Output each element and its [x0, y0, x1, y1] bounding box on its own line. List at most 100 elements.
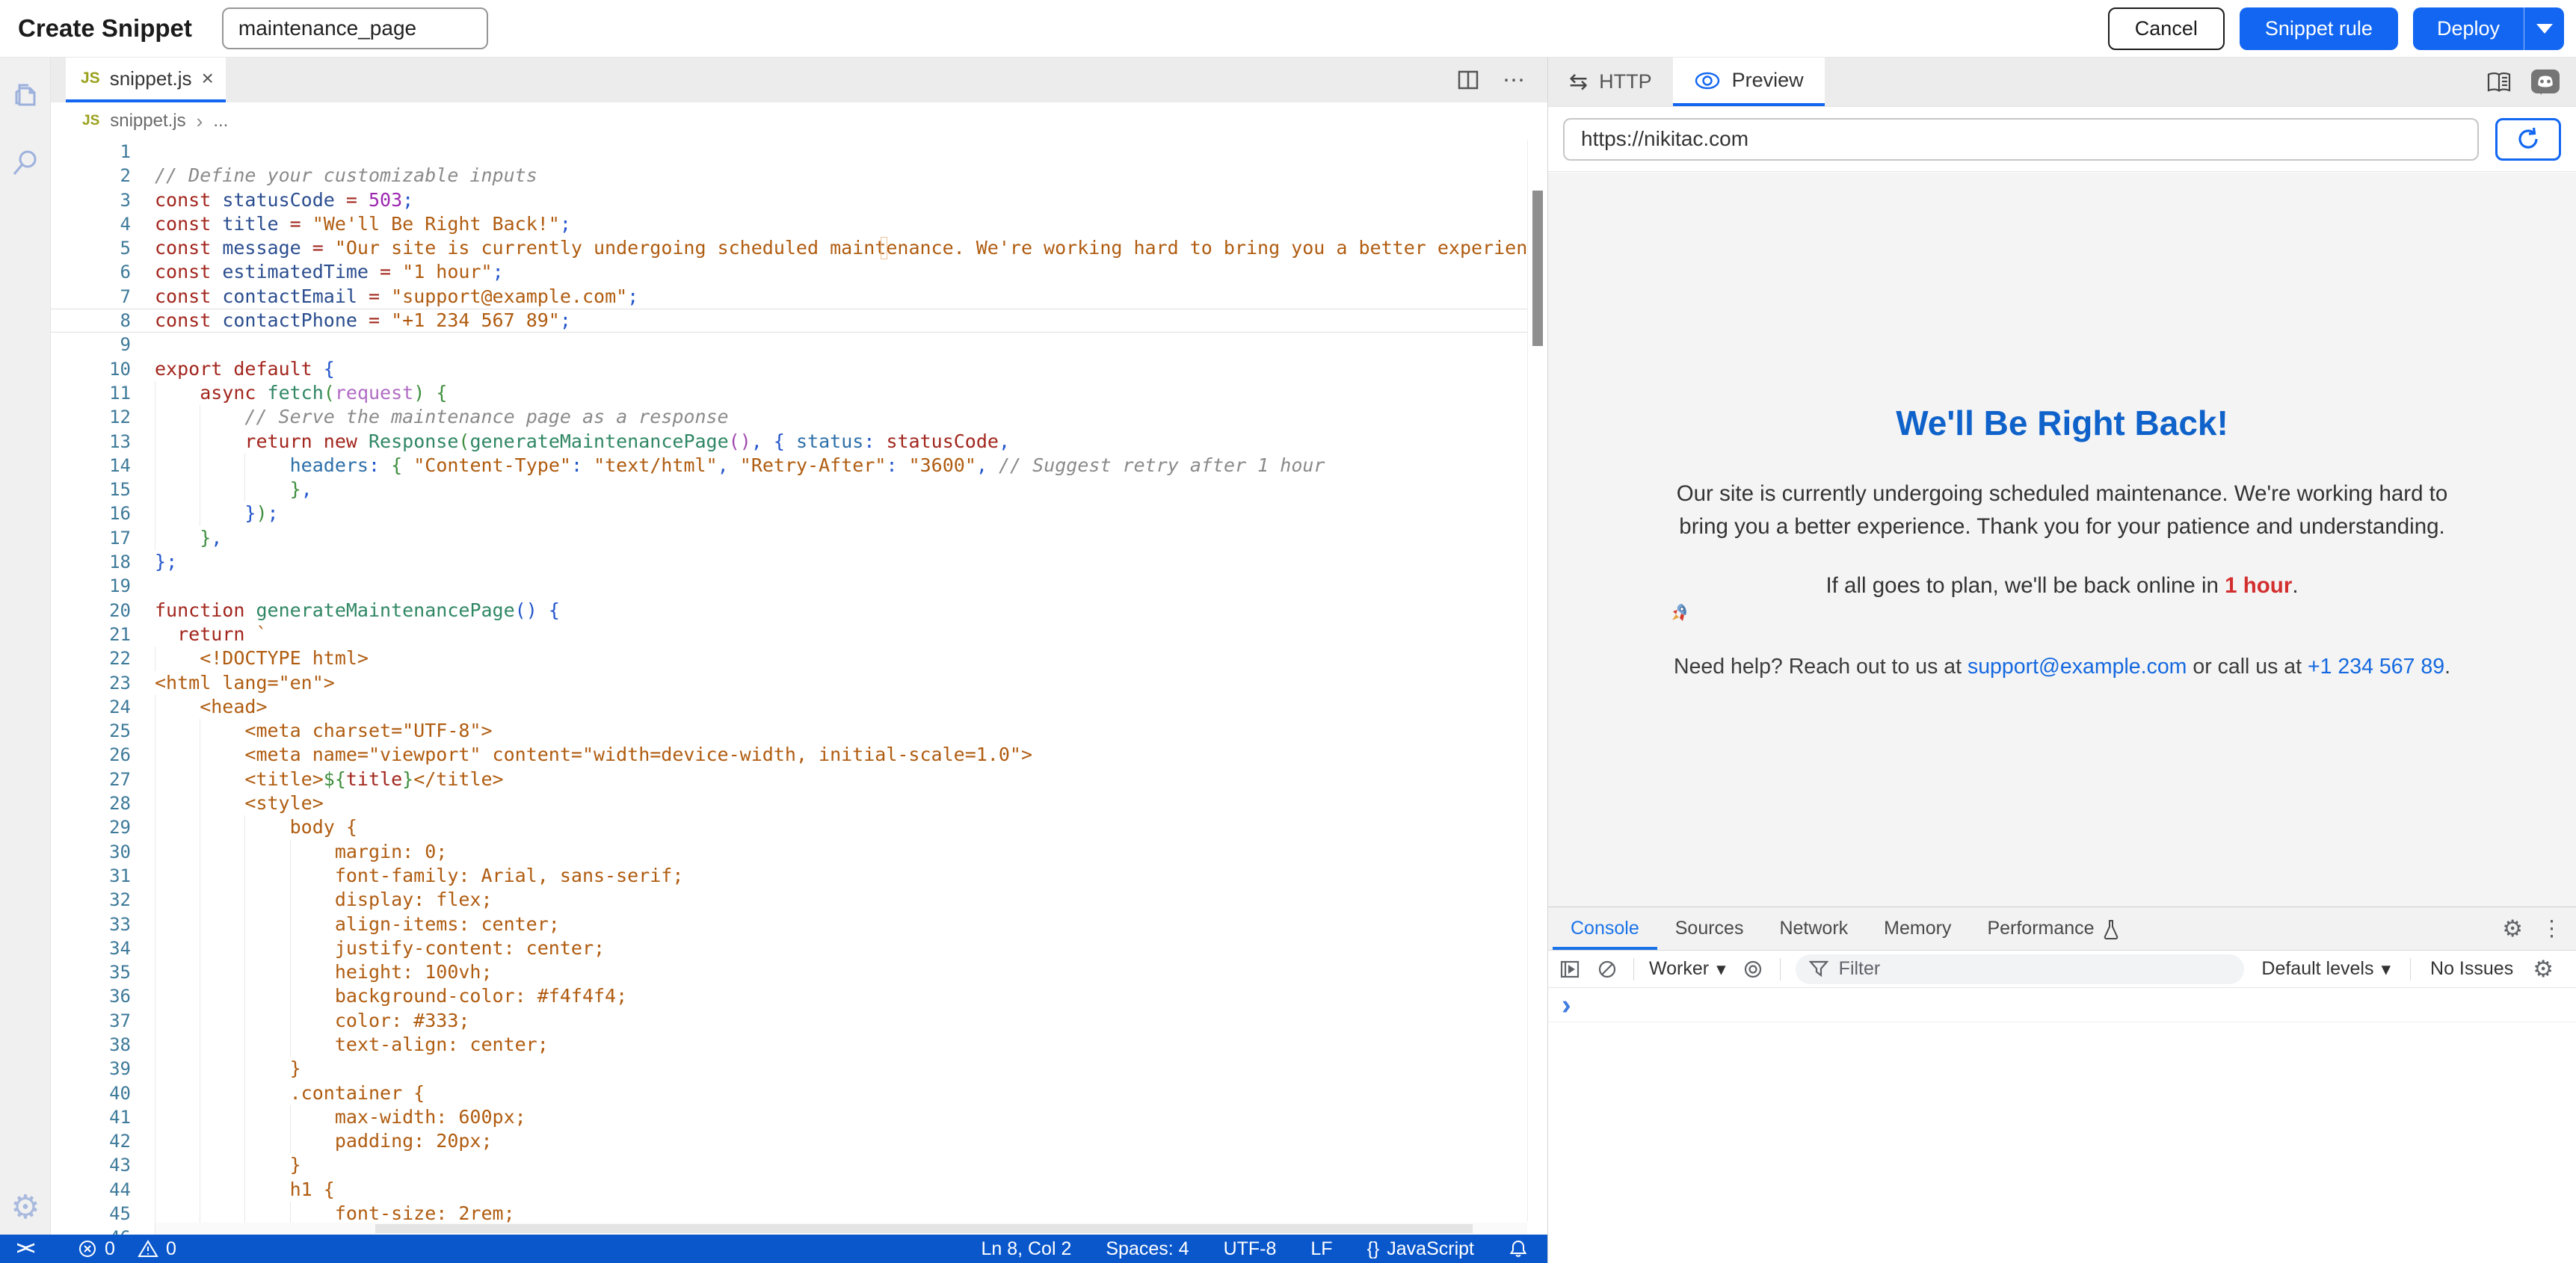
more-actions-icon[interactable]: ⋯ — [1503, 67, 1526, 93]
line-number[interactable]: 38 — [51, 1033, 131, 1057]
devtools-tab-network[interactable]: Network — [1761, 907, 1866, 950]
support-email-link[interactable]: support@example.com — [1968, 655, 2187, 679]
console-sidebar-toggle-icon[interactable] — [1559, 958, 1581, 981]
code-line[interactable]: 22 <!DOCTYPE html> — [51, 646, 1547, 670]
devtools-tab-console[interactable]: Console — [1553, 907, 1657, 950]
line-number[interactable]: 18 — [51, 550, 131, 574]
problems-indicator[interactable]: 0 0 — [78, 1238, 176, 1260]
line-number[interactable]: 6 — [51, 260, 131, 284]
line-number[interactable]: 9 — [51, 333, 131, 356]
code-line[interactable]: 24 <head> — [51, 695, 1547, 719]
code-line[interactable]: 20function generateMaintenancePage() { — [51, 599, 1547, 623]
snippet-rule-button[interactable]: Snippet rule — [2240, 7, 2398, 50]
settings-gear-icon[interactable]: ⚙ — [10, 1192, 41, 1223]
code-line[interactable]: 30 margin: 0; — [51, 840, 1547, 864]
line-number[interactable]: 16 — [51, 501, 131, 525]
code-line[interactable]: 34 justify-content: center; — [51, 936, 1547, 960]
close-icon[interactable]: × — [202, 67, 214, 90]
line-number[interactable]: 15 — [51, 478, 131, 501]
breadcrumb-more[interactable]: ... — [213, 111, 228, 132]
line-number[interactable]: 11 — [51, 381, 131, 405]
line-number[interactable]: 34 — [51, 936, 131, 960]
line-number[interactable]: 39 — [51, 1057, 131, 1081]
line-number[interactable]: 27 — [51, 768, 131, 791]
code-line[interactable]: 17 }, — [51, 526, 1547, 550]
split-editor-icon[interactable] — [1456, 68, 1480, 92]
code-line[interactable]: 12 // Serve the maintenance page as a re… — [51, 405, 1547, 429]
code-line[interactable]: 43 } — [51, 1153, 1547, 1177]
line-number[interactable]: 46 — [51, 1226, 131, 1235]
code-line[interactable]: 19 — [51, 574, 1547, 598]
phone-link[interactable]: +1 234 567 89 — [2308, 655, 2444, 679]
issues-counter[interactable]: No Issues — [2430, 958, 2513, 980]
clear-console-icon[interactable] — [1596, 958, 1618, 981]
indentation-setting[interactable]: Spaces: 4 — [1106, 1238, 1189, 1260]
encoding-setting[interactable]: UTF-8 — [1224, 1238, 1277, 1260]
code-line[interactable]: 18}; — [51, 550, 1547, 574]
line-number[interactable]: 32 — [51, 888, 131, 912]
snippet-name-input[interactable] — [222, 7, 488, 49]
code-line[interactable]: 26 <meta name="viewport" content="width=… — [51, 743, 1547, 767]
line-number[interactable]: 40 — [51, 1081, 131, 1105]
console-output[interactable]: › — [1548, 988, 2576, 1022]
code-line[interactable]: 1 — [51, 140, 1547, 164]
code-line[interactable]: 28 <style> — [51, 791, 1547, 815]
line-number[interactable]: 17 — [51, 526, 131, 550]
tab-preview[interactable]: Preview — [1673, 58, 1825, 106]
line-number[interactable]: 31 — [51, 864, 131, 888]
line-number[interactable]: 2 — [51, 164, 131, 188]
code-line[interactable]: 27 <title>${title}</title> — [51, 768, 1547, 791]
filter-input[interactable] — [1839, 958, 2231, 980]
line-number[interactable]: 24 — [51, 695, 131, 719]
line-number[interactable]: 44 — [51, 1178, 131, 1202]
code-line[interactable]: 3const statusCode = 503; — [51, 188, 1547, 212]
discord-icon[interactable] — [2531, 70, 2560, 95]
line-number[interactable]: 19 — [51, 574, 131, 598]
code-line[interactable]: 8const contactPhone = "+1 234 567 89"; — [51, 309, 1547, 333]
cancel-button[interactable]: Cancel — [2108, 7, 2225, 50]
devtools-settings-icon[interactable]: ⚙ — [2502, 915, 2523, 942]
line-number[interactable]: 10 — [51, 357, 131, 381]
language-mode[interactable]: {} JavaScript — [1367, 1238, 1474, 1260]
console-filter[interactable] — [1796, 954, 2244, 984]
tab-http[interactable]: ⇆ HTTP — [1548, 58, 1673, 106]
code-line[interactable]: 37 color: #333; — [51, 1009, 1547, 1033]
code-line[interactable]: 32 display: flex; — [51, 888, 1547, 912]
code-line[interactable]: 21 return ` — [51, 623, 1547, 646]
code-line[interactable]: 44 h1 { — [51, 1178, 1547, 1202]
code-line[interactable]: 38 text-align: center; — [51, 1033, 1547, 1057]
remote-indicator-icon[interactable]: >< — [16, 1238, 33, 1259]
deploy-split-button[interactable]: Deploy — [2413, 7, 2564, 50]
code-line[interactable]: 25 <meta charset="UTF-8"> — [51, 719, 1547, 743]
devtools-tab-sources[interactable]: Sources — [1657, 907, 1762, 950]
line-number[interactable]: 33 — [51, 912, 131, 936]
line-number[interactable]: 30 — [51, 840, 131, 864]
vertical-scrollbar[interactable] — [1527, 140, 1547, 1221]
line-number[interactable]: 37 — [51, 1009, 131, 1033]
scrollbar-thumb[interactable] — [375, 1224, 1473, 1233]
line-number[interactable]: 13 — [51, 430, 131, 454]
horizontal-scrollbar[interactable] — [155, 1223, 1527, 1235]
line-number[interactable]: 36 — [51, 984, 131, 1008]
tab-snippet-js[interactable]: JS snippet.js × — [66, 58, 226, 102]
bell-icon[interactable] — [1509, 1238, 1528, 1259]
line-number[interactable]: 5 — [51, 236, 131, 260]
docs-book-icon[interactable] — [2486, 71, 2512, 93]
search-icon[interactable] — [10, 147, 41, 179]
line-number[interactable]: 3 — [51, 188, 131, 212]
log-levels-select[interactable]: Default levels▾ — [2261, 958, 2391, 981]
line-number[interactable]: 21 — [51, 623, 131, 646]
kebab-menu-icon[interactable]: ⋮ — [2541, 915, 2563, 942]
code-line[interactable]: 9 — [51, 333, 1547, 356]
code-line[interactable]: 23<html lang="en"> — [51, 671, 1547, 695]
code-line[interactable]: 2// Define your customizable inputs — [51, 164, 1547, 188]
line-number[interactable]: 29 — [51, 815, 131, 839]
deploy-dropdown-button[interactable] — [2524, 7, 2564, 50]
code-line[interactable]: 15 }, — [51, 478, 1547, 501]
code-line[interactable]: 4const title = "We'll Be Right Back!"; — [51, 212, 1547, 236]
line-number[interactable]: 43 — [51, 1153, 131, 1177]
code-line[interactable]: 33 align-items: center; — [51, 912, 1547, 936]
line-number[interactable]: 4 — [51, 212, 131, 236]
line-number[interactable]: 25 — [51, 719, 131, 743]
cursor-position[interactable]: Ln 8, Col 2 — [981, 1238, 1071, 1260]
